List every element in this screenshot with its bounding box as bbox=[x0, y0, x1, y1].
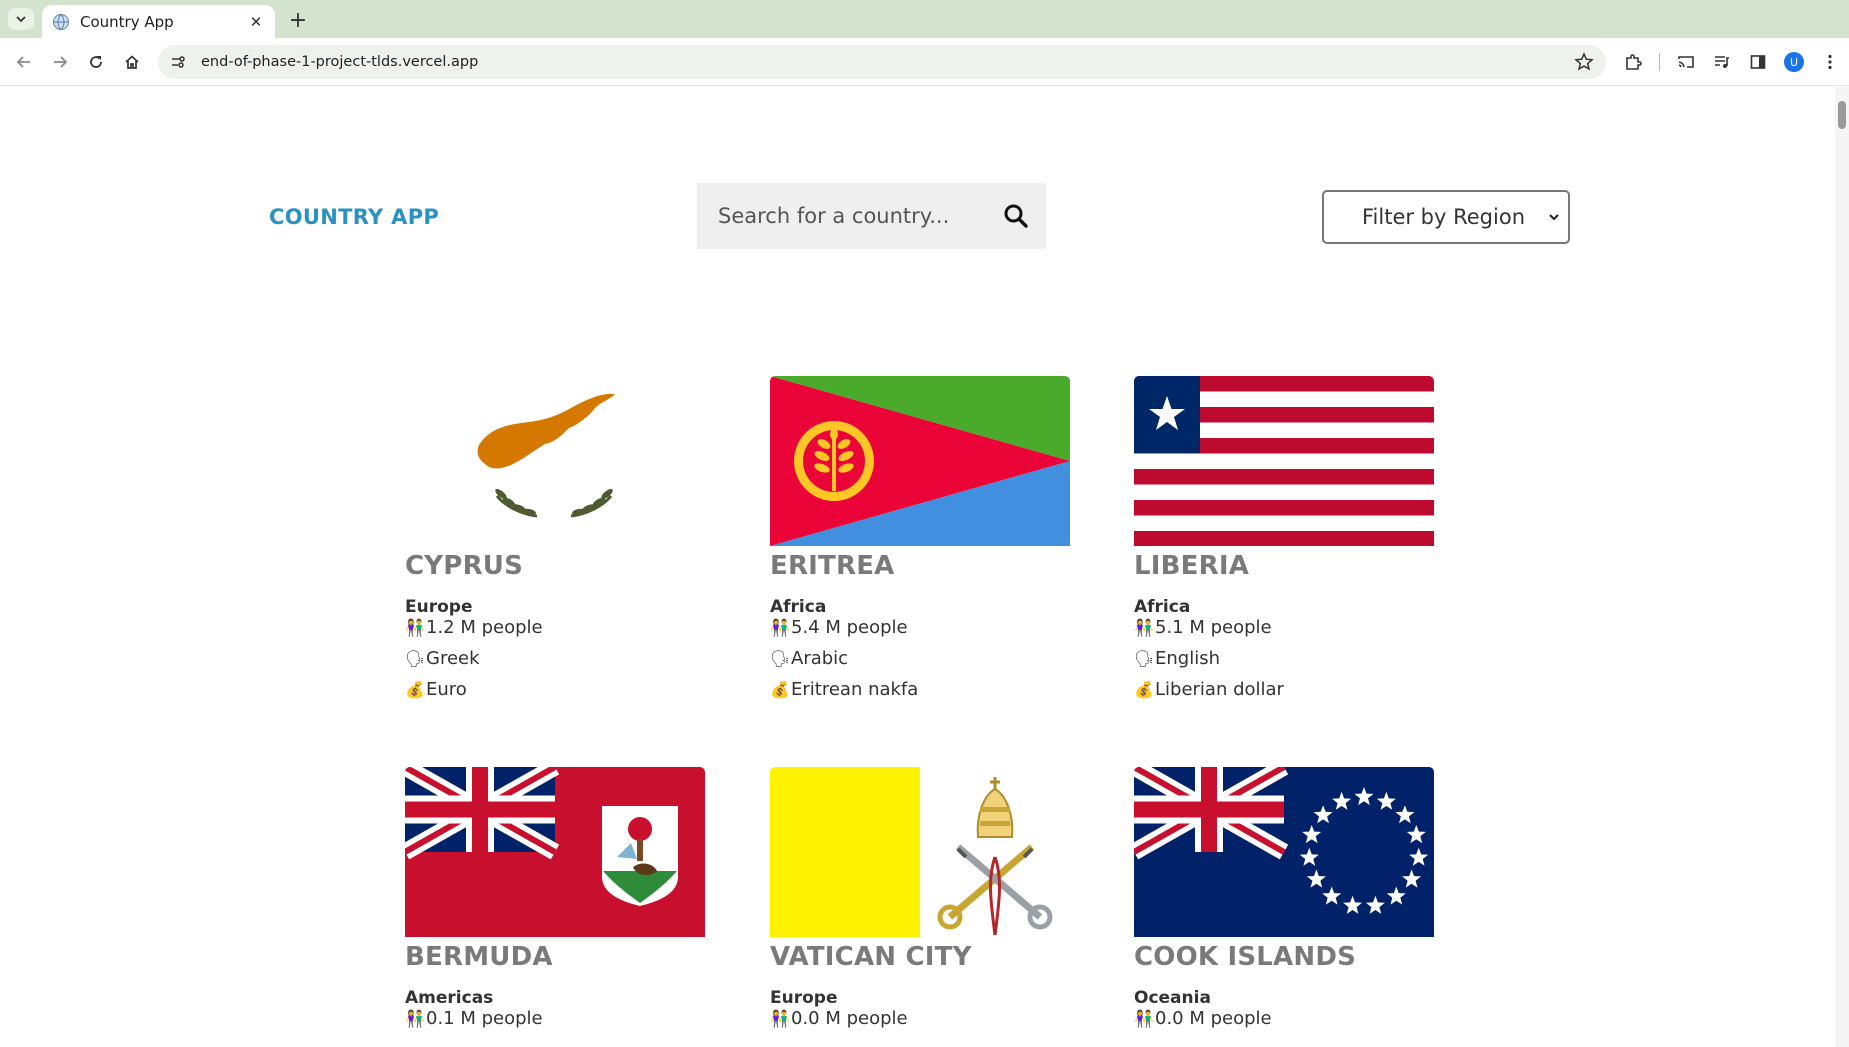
tab-search-button[interactable] bbox=[8, 8, 34, 30]
search-box bbox=[697, 183, 1046, 249]
side-panel-icon bbox=[1750, 55, 1766, 69]
url-text: end-of-phase-1-project-tlds.vercel.app bbox=[201, 54, 479, 70]
speech-icon: 🗣 bbox=[1134, 649, 1155, 668]
country-name: LIBERIA bbox=[1134, 551, 1250, 581]
people-icon: 👫 bbox=[770, 1009, 790, 1028]
country-region: Oceania bbox=[1134, 988, 1211, 1008]
page-viewport: COUNTRY APP Filter by Region bbox=[0, 87, 1849, 1047]
country-region: Europe bbox=[770, 988, 838, 1008]
country-region: Americas bbox=[405, 988, 494, 1008]
money-bag-icon: 💰 bbox=[770, 680, 790, 699]
side-panel-button[interactable] bbox=[1744, 48, 1772, 76]
close-tab-icon[interactable]: ✕ bbox=[247, 13, 265, 31]
country-language: 🗣English bbox=[1134, 648, 1220, 669]
globe-icon bbox=[53, 13, 69, 30]
cast-button[interactable] bbox=[1672, 48, 1700, 76]
people-icon: 👫 bbox=[405, 618, 425, 637]
home-icon bbox=[125, 55, 139, 69]
playlist-icon bbox=[1715, 56, 1729, 68]
search-icon bbox=[1004, 204, 1028, 228]
site-info-icon[interactable] bbox=[168, 52, 188, 72]
country-population: 👫5.4 M people bbox=[770, 617, 908, 638]
people-icon: 👫 bbox=[405, 1009, 425, 1028]
country-card[interactable]: COOK ISLANDS Oceania 👫0.0 M people bbox=[1134, 767, 1434, 1030]
money-bag-icon: 💰 bbox=[405, 680, 425, 699]
country-name: CYPRUS bbox=[405, 551, 524, 581]
chevron-down-icon bbox=[1549, 214, 1559, 221]
reload-button[interactable] bbox=[82, 48, 110, 76]
scrollbar-thumb[interactable] bbox=[1838, 101, 1846, 129]
speech-icon: 🗣 bbox=[405, 649, 426, 668]
people-icon: 👫 bbox=[1134, 618, 1154, 637]
country-card[interactable]: CYPRUS Europe 👫1.2 M people 🗣Greek 💰Euro bbox=[405, 376, 705, 701]
flag-eritrea bbox=[770, 376, 1070, 546]
country-region: Europe bbox=[405, 597, 473, 617]
search-button[interactable] bbox=[986, 183, 1046, 249]
country-population: 👫0.0 M people bbox=[770, 1008, 908, 1029]
profile-button[interactable]: U bbox=[1780, 48, 1808, 76]
more-vertical-icon bbox=[1828, 54, 1832, 70]
country-card[interactable]: ERITREA Africa 👫5.4 M people 🗣Arabic 💰Er… bbox=[770, 376, 1070, 701]
country-population: 👫1.2 M people bbox=[405, 617, 543, 638]
reload-icon bbox=[90, 56, 102, 68]
flag-vatican-city bbox=[770, 767, 1070, 937]
media-control-button[interactable] bbox=[1708, 48, 1736, 76]
puzzle-icon bbox=[1626, 54, 1642, 70]
country-region: Africa bbox=[770, 597, 827, 617]
chevron-down-icon bbox=[16, 16, 26, 23]
flag-liberia bbox=[1134, 376, 1434, 546]
app-title[interactable]: COUNTRY APP bbox=[269, 205, 439, 229]
flag-bermuda bbox=[405, 767, 705, 937]
country-population: 👫0.0 M people bbox=[1134, 1008, 1272, 1029]
browser-toolbar: end-of-phase-1-project-tlds.vercel.app U bbox=[0, 38, 1849, 86]
country-card[interactable]: VATICAN CITY Europe 👫0.0 M people bbox=[770, 767, 1070, 1030]
cast-icon bbox=[1678, 56, 1694, 68]
forward-button[interactable] bbox=[46, 48, 74, 76]
flag-cyprus bbox=[405, 376, 705, 546]
menu-button[interactable] bbox=[1816, 48, 1844, 76]
country-currency: 💰Liberian dollar bbox=[1134, 679, 1284, 700]
region-filter-select[interactable]: Filter by Region bbox=[1322, 190, 1570, 244]
speech-icon: 🗣 bbox=[770, 649, 791, 668]
country-language: 🗣Greek bbox=[405, 648, 480, 669]
avatar: U bbox=[1784, 52, 1804, 72]
extensions-button[interactable] bbox=[1619, 48, 1647, 76]
country-name: ERITREA bbox=[770, 551, 895, 581]
flag-cook-islands bbox=[1134, 767, 1434, 937]
people-icon: 👫 bbox=[1134, 1009, 1154, 1028]
country-currency: 💰Euro bbox=[405, 679, 467, 700]
new-tab-button[interactable]: + bbox=[284, 6, 312, 34]
country-population: 👫5.1 M people bbox=[1134, 617, 1272, 638]
browser-tab-bar: Country App ✕ + bbox=[0, 0, 1849, 38]
country-name: BERMUDA bbox=[405, 942, 553, 972]
region-filter-label: Filter by Region bbox=[1362, 205, 1526, 229]
home-button[interactable] bbox=[118, 48, 146, 76]
money-bag-icon: 💰 bbox=[1134, 680, 1154, 699]
arrow-left-icon bbox=[16, 56, 30, 68]
tab-title: Country App bbox=[80, 12, 174, 31]
country-name: VATICAN CITY bbox=[770, 942, 972, 972]
country-card[interactable]: LIBERIA Africa 👫5.1 M people 🗣English 💰L… bbox=[1134, 376, 1434, 701]
people-icon: 👫 bbox=[770, 618, 790, 637]
country-name: COOK ISLANDS bbox=[1134, 942, 1357, 972]
search-input[interactable] bbox=[697, 183, 986, 249]
country-population: 👫0.1 M people bbox=[405, 1008, 543, 1029]
browser-tab[interactable]: Country App ✕ bbox=[42, 5, 275, 38]
arrow-right-icon bbox=[54, 56, 68, 68]
address-bar[interactable]: end-of-phase-1-project-tlds.vercel.app bbox=[158, 45, 1606, 79]
page-scrollbar[interactable] bbox=[1835, 87, 1849, 1047]
back-button[interactable] bbox=[10, 48, 38, 76]
toolbar-divider bbox=[1659, 53, 1660, 71]
country-card[interactable]: BERMUDA Americas 👫0.1 M people bbox=[405, 767, 705, 1030]
bookmark-star-icon[interactable] bbox=[1574, 52, 1594, 72]
country-region: Africa bbox=[1134, 597, 1191, 617]
country-language: 🗣Arabic bbox=[770, 648, 849, 669]
country-currency: 💰Eritrean nakfa bbox=[770, 679, 919, 700]
